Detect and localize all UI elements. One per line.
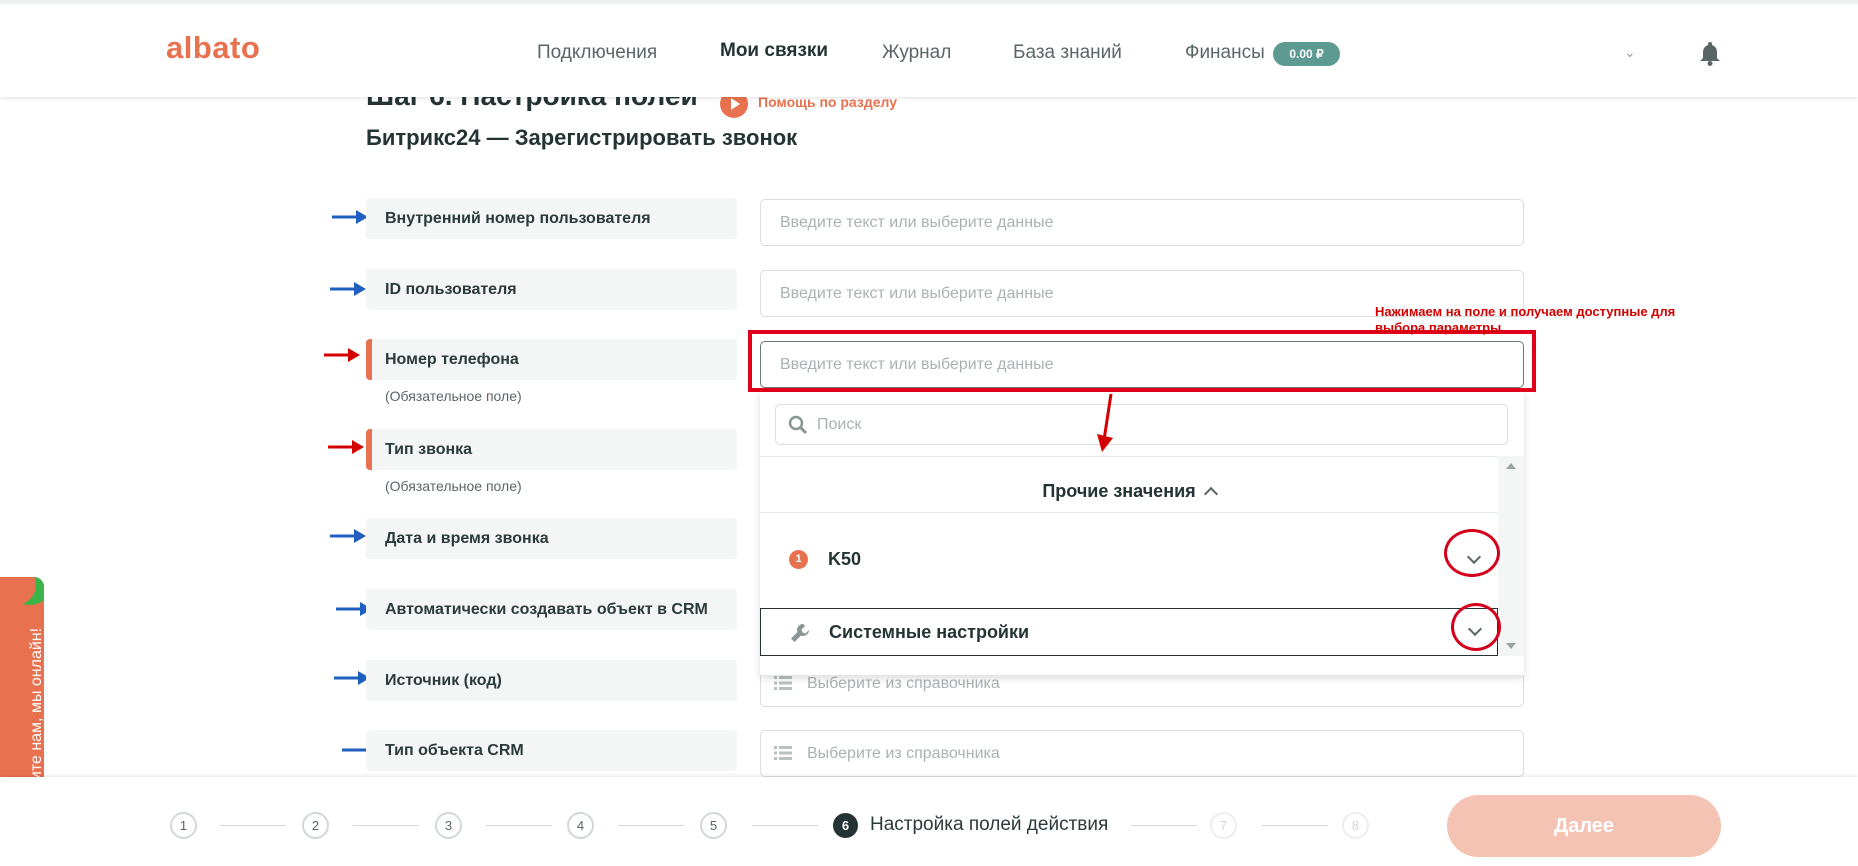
step-4[interactable]: 4 (567, 812, 594, 839)
list-icon (774, 676, 792, 690)
step-3[interactable]: 3 (435, 812, 462, 839)
field-label-user-id: ID пользователя (366, 269, 737, 310)
top-header: albato Подключения Мои связки Журнал Баз… (0, 0, 1858, 97)
footer-stepper: 1 2 3 4 5 6 Настройка полей действия 7 8… (0, 777, 1858, 866)
list-icon (774, 746, 792, 760)
required-note: (Обязательное поле) (385, 388, 522, 404)
step-2[interactable]: 2 (302, 812, 329, 839)
field-label-crm-object-type: Тип объекта CRM (366, 730, 737, 771)
albato-logo[interactable]: albato (166, 30, 260, 66)
dropdown-item-system-settings[interactable]: Системные настройки (760, 608, 1498, 656)
arrow-red-icon (328, 440, 364, 454)
group-title: Прочие значения (1042, 481, 1196, 501)
annotation-arrow-icon (1097, 393, 1113, 452)
crm-object-type-placeholder: Выберите из справочника (807, 745, 1000, 762)
arrow-blue-icon (332, 210, 368, 224)
scroll-down-icon[interactable] (1506, 643, 1516, 649)
annotation-circle (1451, 603, 1501, 651)
field-label-call-type: Тип звонка (366, 429, 737, 470)
field-label-call-datetime: Дата и время звонка (366, 518, 737, 559)
step-8: 8 (1342, 812, 1369, 839)
page-subtitle: Битрикс24 — Зарегистрировать звонок (366, 125, 798, 150)
field-label-phone-number: Номер телефона (366, 339, 737, 380)
required-note: (Обязательное поле) (385, 478, 522, 494)
step-connector (1131, 825, 1197, 826)
current-step-label: Настройка полей действия (870, 814, 1109, 835)
nav-my-bundles[interactable]: Мои связки (720, 40, 828, 62)
chevron-up-icon (1203, 486, 1218, 502)
step-1[interactable]: 1 (170, 812, 197, 839)
source-code-placeholder: Выберите из справочника (807, 675, 1000, 692)
divider (760, 512, 1498, 513)
field-label-auto-create-crm: Автоматически создавать объект в CRM (366, 589, 737, 630)
nav-finances[interactable]: Финансы (1185, 42, 1265, 64)
field-label-internal-number: Внутренний номер пользователя (366, 198, 737, 239)
search-icon (788, 415, 808, 435)
arrow-red-icon (324, 348, 360, 362)
step-connector (1262, 825, 1328, 826)
field-label-source-code: Источник (код) (366, 660, 737, 701)
dropdown-search-input[interactable]: Поиск (775, 404, 1508, 445)
field-dropdown: Поиск Прочие значения 1 K50 Системные на… (760, 392, 1524, 675)
item-label: Системные настройки (829, 622, 1030, 642)
step-6-current: 6 (833, 813, 858, 838)
annotation-text: Нажимаем на поле и получаем доступные дл… (1375, 304, 1676, 335)
step-connector (353, 825, 419, 826)
chevron-down-icon[interactable]: ⌄ (1624, 44, 1636, 61)
step-badge: 1 (789, 550, 808, 569)
nav-knowledge-base[interactable]: База знаний (1013, 42, 1122, 64)
bell-icon[interactable] (1698, 40, 1722, 66)
search-placeholder: Поиск (817, 416, 862, 433)
dropdown-scrollbar[interactable] (1498, 456, 1524, 656)
divider (760, 456, 1498, 457)
balance-badge[interactable]: 0.00 ₽ (1273, 42, 1340, 66)
dropdown-item-k50[interactable]: 1 K50 (760, 526, 1498, 592)
next-button[interactable]: Далее (1447, 795, 1721, 857)
step-connector (220, 825, 286, 826)
step-connector (486, 825, 552, 826)
step-7: 7 (1210, 812, 1237, 839)
internal-number-input[interactable]: Введите текст или выберите данные (760, 199, 1524, 246)
page: Шаг 6. Настройка полей Помощь по разделу… (0, 0, 1858, 866)
crm-object-type-select[interactable]: Выберите из справочника (760, 730, 1524, 777)
nav-connections[interactable]: Подключения (537, 42, 657, 64)
step-connector (752, 825, 818, 826)
item-label: K50 (828, 549, 862, 569)
step-5[interactable]: 5 (700, 812, 727, 839)
arrow-blue-icon (330, 282, 366, 296)
arrow-blue-icon (330, 529, 366, 543)
annotation-highlight-box (748, 330, 1536, 392)
annotation-circle (1444, 529, 1500, 577)
scroll-up-icon[interactable] (1506, 463, 1516, 469)
nav-journal[interactable]: Журнал (882, 42, 951, 64)
step-connector (618, 825, 684, 826)
wrench-icon (791, 624, 809, 642)
